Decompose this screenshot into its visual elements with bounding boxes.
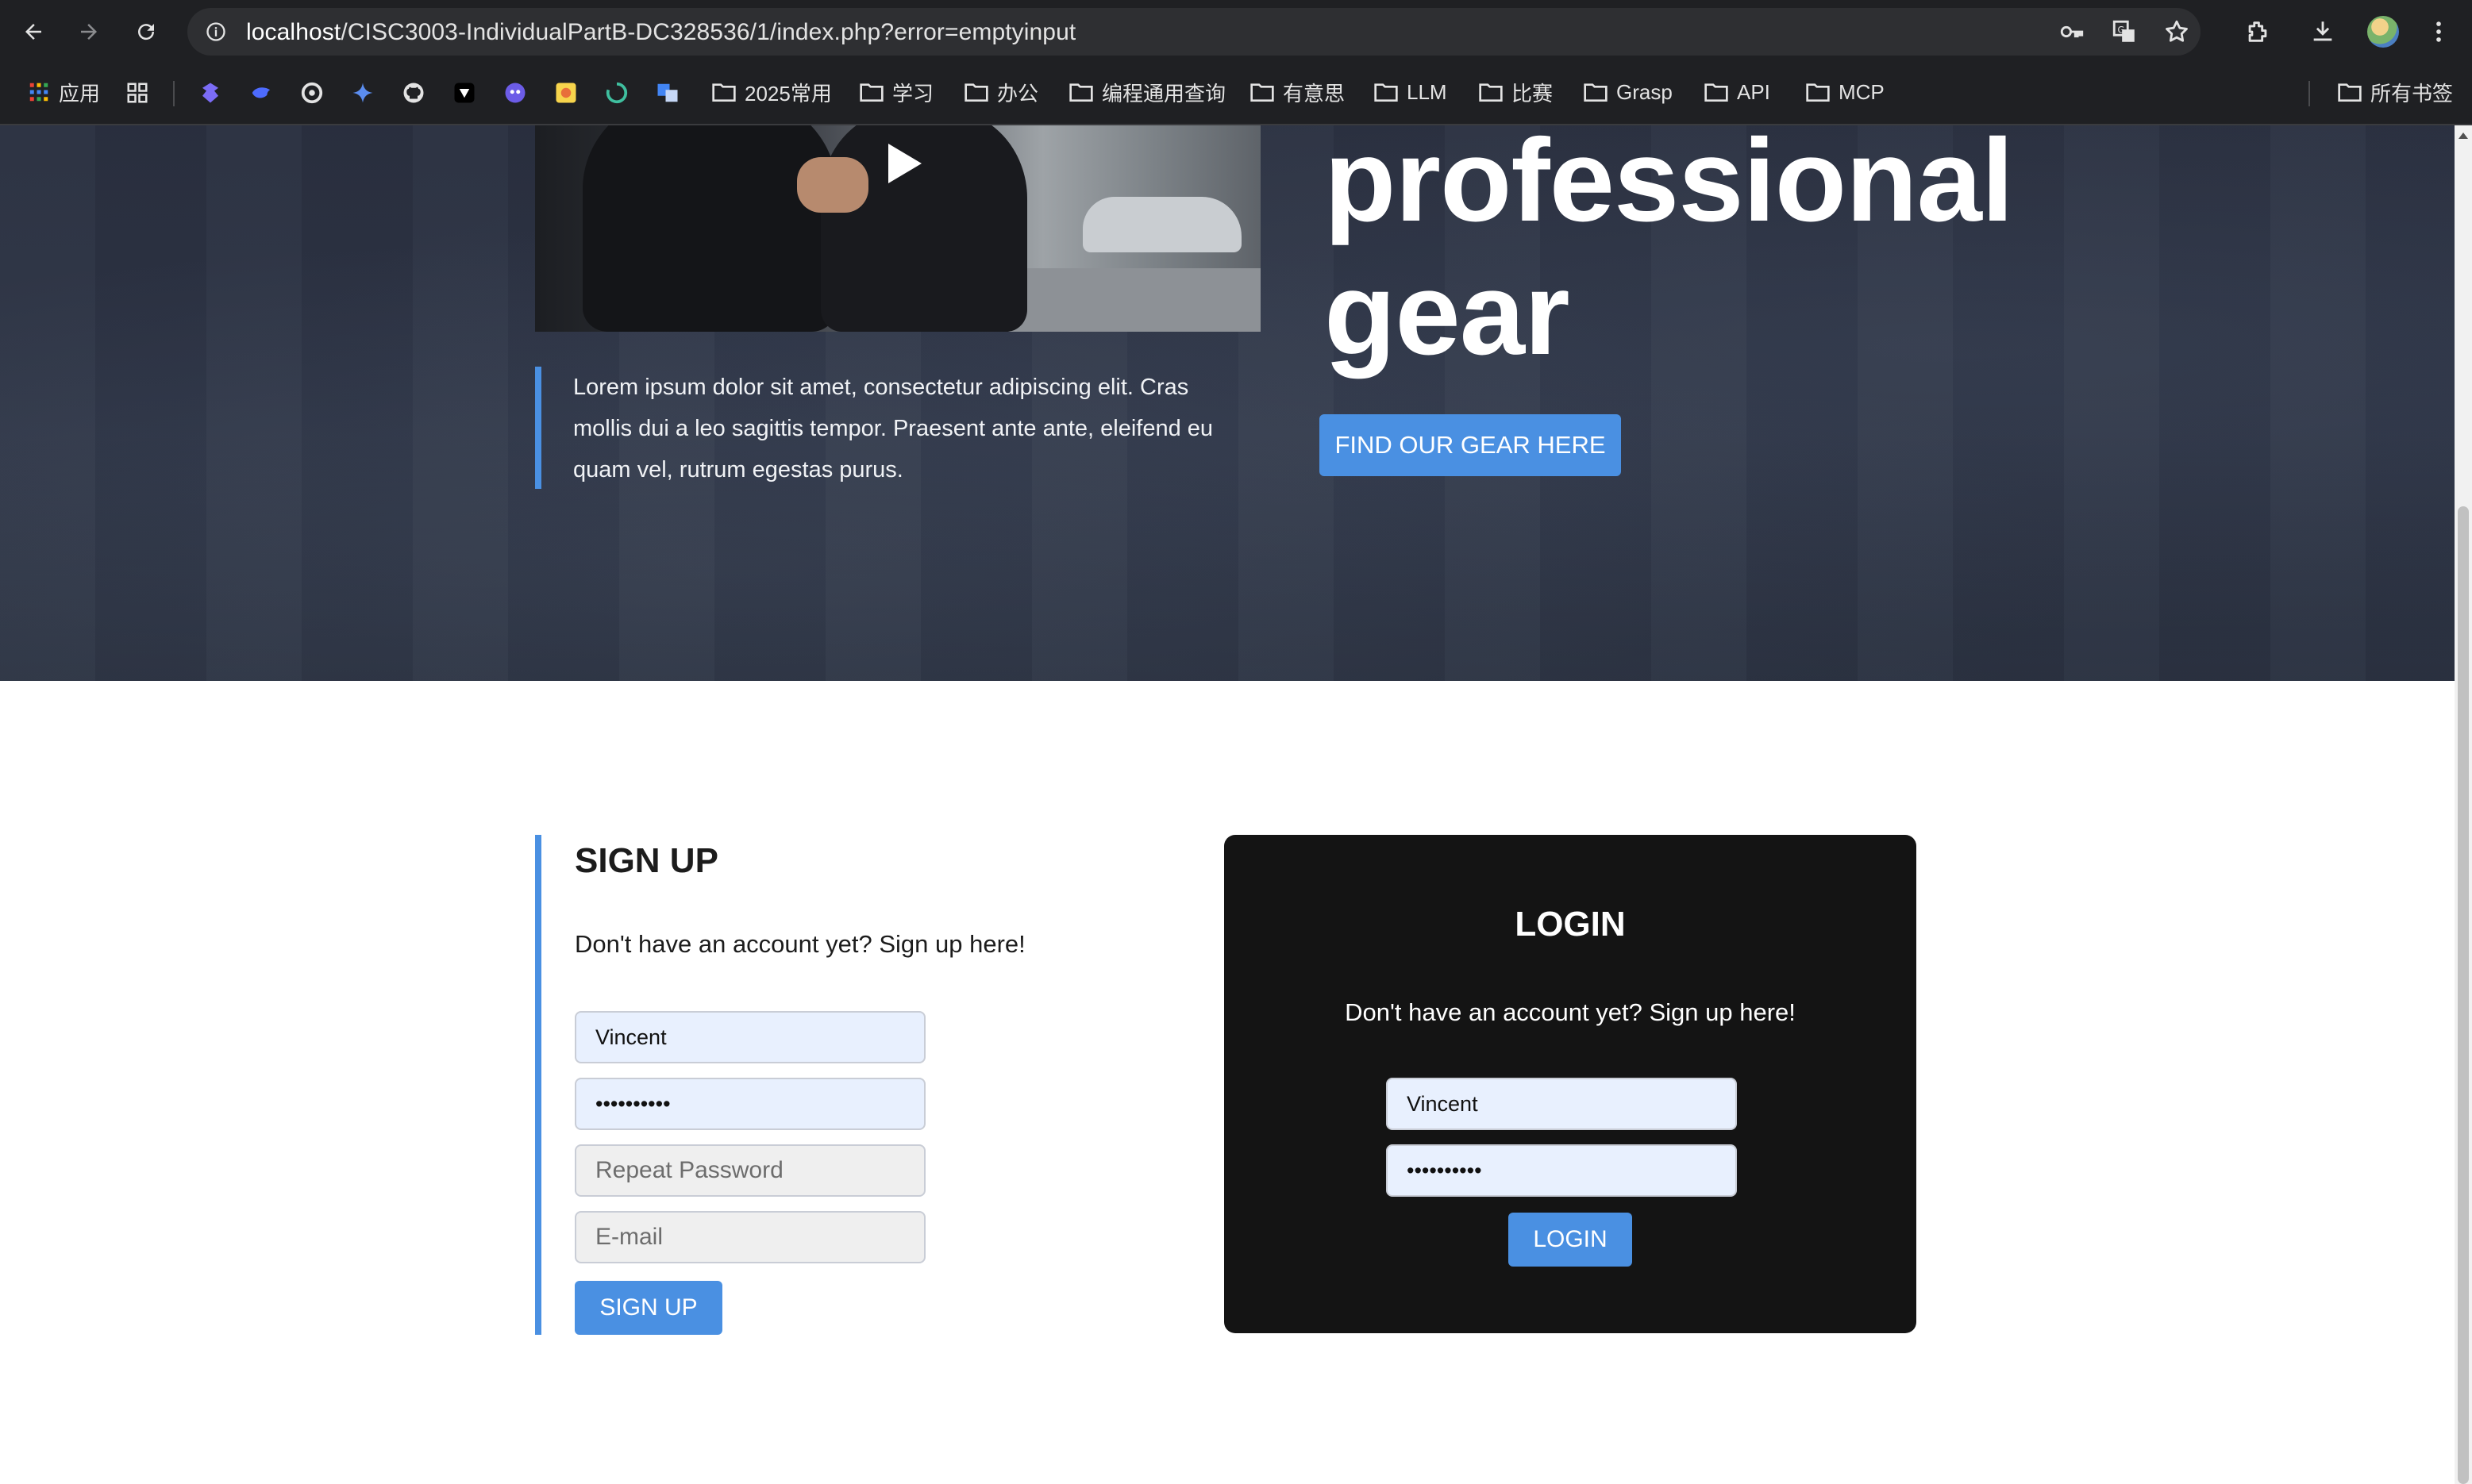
video-person xyxy=(583,125,837,332)
back-icon[interactable] xyxy=(16,14,51,49)
video-person xyxy=(821,125,1027,332)
folder-icon xyxy=(1249,81,1275,103)
login-form: LOGIN Don't have an account yet? Sign up… xyxy=(1224,835,1916,1333)
bookmark-folder-label: Grasp xyxy=(1616,79,1673,104)
folder-icon xyxy=(1069,81,1094,103)
bookmark-star-icon[interactable] xyxy=(2162,17,2191,46)
login-subtitle: Don't have an account yet? Sign up here! xyxy=(1345,998,1796,1026)
folder-icon xyxy=(1704,81,1729,103)
bookmark-folder-1[interactable]: 学习 xyxy=(859,75,934,110)
bookmark-separator xyxy=(2308,81,2310,106)
site-info-icon[interactable] xyxy=(202,17,230,46)
find-gear-button[interactable]: FIND OUR GEAR HERE xyxy=(1319,414,1621,476)
browser-toolbar: localhost/CISC3003-IndividualPartB-DC328… xyxy=(0,0,2472,63)
bookmark-folder-label: 有意思 xyxy=(1283,81,1346,106)
bookmark-folder-8[interactable]: API xyxy=(1704,75,1770,110)
bookmark-folder-label: 比赛 xyxy=(1511,81,1554,106)
signup-repeat-password-input[interactable] xyxy=(575,1144,926,1197)
bookmark-favicon-bot-icon[interactable] xyxy=(502,79,529,106)
bookmark-folder-label: 编程通用查询 xyxy=(1102,81,1226,106)
folder-icon xyxy=(1373,81,1399,103)
login-password-input[interactable] xyxy=(1386,1144,1737,1197)
signup-title: SIGN UP xyxy=(575,841,718,880)
bookmark-folder-label: 办公 xyxy=(997,81,1039,106)
bookmark-favicon-openai-icon[interactable] xyxy=(298,79,325,106)
url-text: localhost/CISC3003-IndividualPartB-DC328… xyxy=(246,19,1076,46)
folder-icon xyxy=(1805,81,1831,103)
apps-grid-icon xyxy=(27,80,51,104)
bookmark-folder-0[interactable]: 2025常用 xyxy=(711,75,832,110)
bookmark-folder-label: 2025常用 xyxy=(745,81,832,106)
folder-icon xyxy=(1583,81,1608,103)
reload-icon[interactable] xyxy=(129,14,164,49)
bookmark-favicon-github-icon[interactable] xyxy=(400,79,427,106)
page-viewport: Lorem ipsum dolor sit amet, consectetur … xyxy=(0,125,2455,1484)
bookmark-favicon-translate-icon[interactable] xyxy=(654,79,681,106)
bookmark-apps-label: 应用 xyxy=(59,81,101,106)
signup-form: SIGN UP Don't have an account yet? Sign … xyxy=(535,835,1145,1335)
bookmark-folder-6[interactable]: 比赛 xyxy=(1478,75,1553,110)
hero-title: professional gear xyxy=(1324,125,2014,379)
bookmark-favicon-dark-icon[interactable] xyxy=(451,79,478,106)
video-road xyxy=(1011,268,1261,332)
signup-password-input[interactable] xyxy=(575,1078,926,1130)
bookmark-folder-3[interactable]: 编程通用查询 xyxy=(1069,75,1226,110)
login-title: LOGIN xyxy=(1515,905,1626,944)
bookmark-folder-label: 学习 xyxy=(892,81,934,106)
signup-button[interactable]: SIGN UP xyxy=(575,1281,722,1335)
page-scrollbar[interactable] xyxy=(2455,125,2472,1484)
all-bookmarks-folder[interactable]: 所有书签 xyxy=(2337,75,2453,110)
login-button[interactable]: LOGIN xyxy=(1508,1213,1632,1267)
bookmark-folder-4[interactable]: 有意思 xyxy=(1249,75,1345,110)
bookmark-folder-5[interactable]: LLM xyxy=(1373,75,1447,110)
folder-icon xyxy=(964,81,989,103)
login-username-input[interactable] xyxy=(1386,1078,1737,1130)
menu-icon[interactable] xyxy=(2421,14,2456,49)
bookmark-folder-label: API xyxy=(1737,79,1770,104)
translate-icon[interactable]: G xyxy=(2110,17,2139,46)
bookmark-favicon-whale-icon[interactable] xyxy=(248,79,275,106)
folder-icon xyxy=(2337,81,2362,103)
video-car xyxy=(1083,197,1242,252)
signup-email-input[interactable] xyxy=(575,1211,926,1263)
bookmark-favicon-loading-icon[interactable] xyxy=(603,79,630,106)
bookmark-apps[interactable]: 应用 xyxy=(27,75,100,110)
bookmark-favicon-gemini-icon[interactable] xyxy=(349,79,376,106)
scrollbar-thumb[interactable] xyxy=(2458,506,2469,1484)
folder-icon xyxy=(711,81,737,103)
scroll-up-arrow-icon[interactable] xyxy=(2458,130,2469,141)
bookmark-favicon-yellow-icon[interactable] xyxy=(553,79,579,106)
bookmark-folder-9[interactable]: MCP xyxy=(1805,75,1885,110)
signup-username-input[interactable] xyxy=(575,1011,926,1063)
hero-quote: Lorem ipsum dolor sit amet, consectetur … xyxy=(535,367,1249,489)
bookmark-separator xyxy=(173,81,175,106)
url-host: localhost xyxy=(246,19,341,45)
hero-section: Lorem ipsum dolor sit amet, consectetur … xyxy=(0,125,2455,681)
password-key-icon[interactable] xyxy=(2058,17,2086,46)
all-bookmarks-label: 所有书签 xyxy=(2370,81,2454,106)
bookmark-folder-label: MCP xyxy=(1839,79,1885,104)
address-bar[interactable]: localhost/CISC3003-IndividualPartB-DC328… xyxy=(187,8,2201,56)
downloads-icon[interactable] xyxy=(2305,14,2340,49)
folder-icon xyxy=(859,81,884,103)
play-icon[interactable] xyxy=(884,141,924,186)
extensions-icon[interactable] xyxy=(2240,14,2275,49)
svg-text:G: G xyxy=(2118,24,2125,35)
url-path: /CISC3003-IndividualPartB-DC328536/1/ind… xyxy=(341,19,1076,45)
bookmarks-bar: 应用 2025常用 学习 办公 编程通用查询 有意思 LLM 比赛 Grasp … xyxy=(0,63,2472,125)
bookmark-favicon-purple-icon[interactable] xyxy=(197,79,224,106)
video-arm xyxy=(797,157,868,213)
profile-avatar[interactable] xyxy=(2367,16,2399,48)
bookmark-folder-7[interactable]: Grasp xyxy=(1583,75,1673,110)
folder-icon xyxy=(1478,81,1504,103)
bookmark-folder-label: LLM xyxy=(1407,79,1447,104)
forward-icon[interactable] xyxy=(71,14,106,49)
bookmark-folder-2[interactable]: 办公 xyxy=(964,75,1038,110)
signup-subtitle: Don't have an account yet? Sign up here! xyxy=(575,930,1026,958)
tab-groups-icon[interactable] xyxy=(124,79,151,106)
hero-video[interactable] xyxy=(535,125,1261,332)
